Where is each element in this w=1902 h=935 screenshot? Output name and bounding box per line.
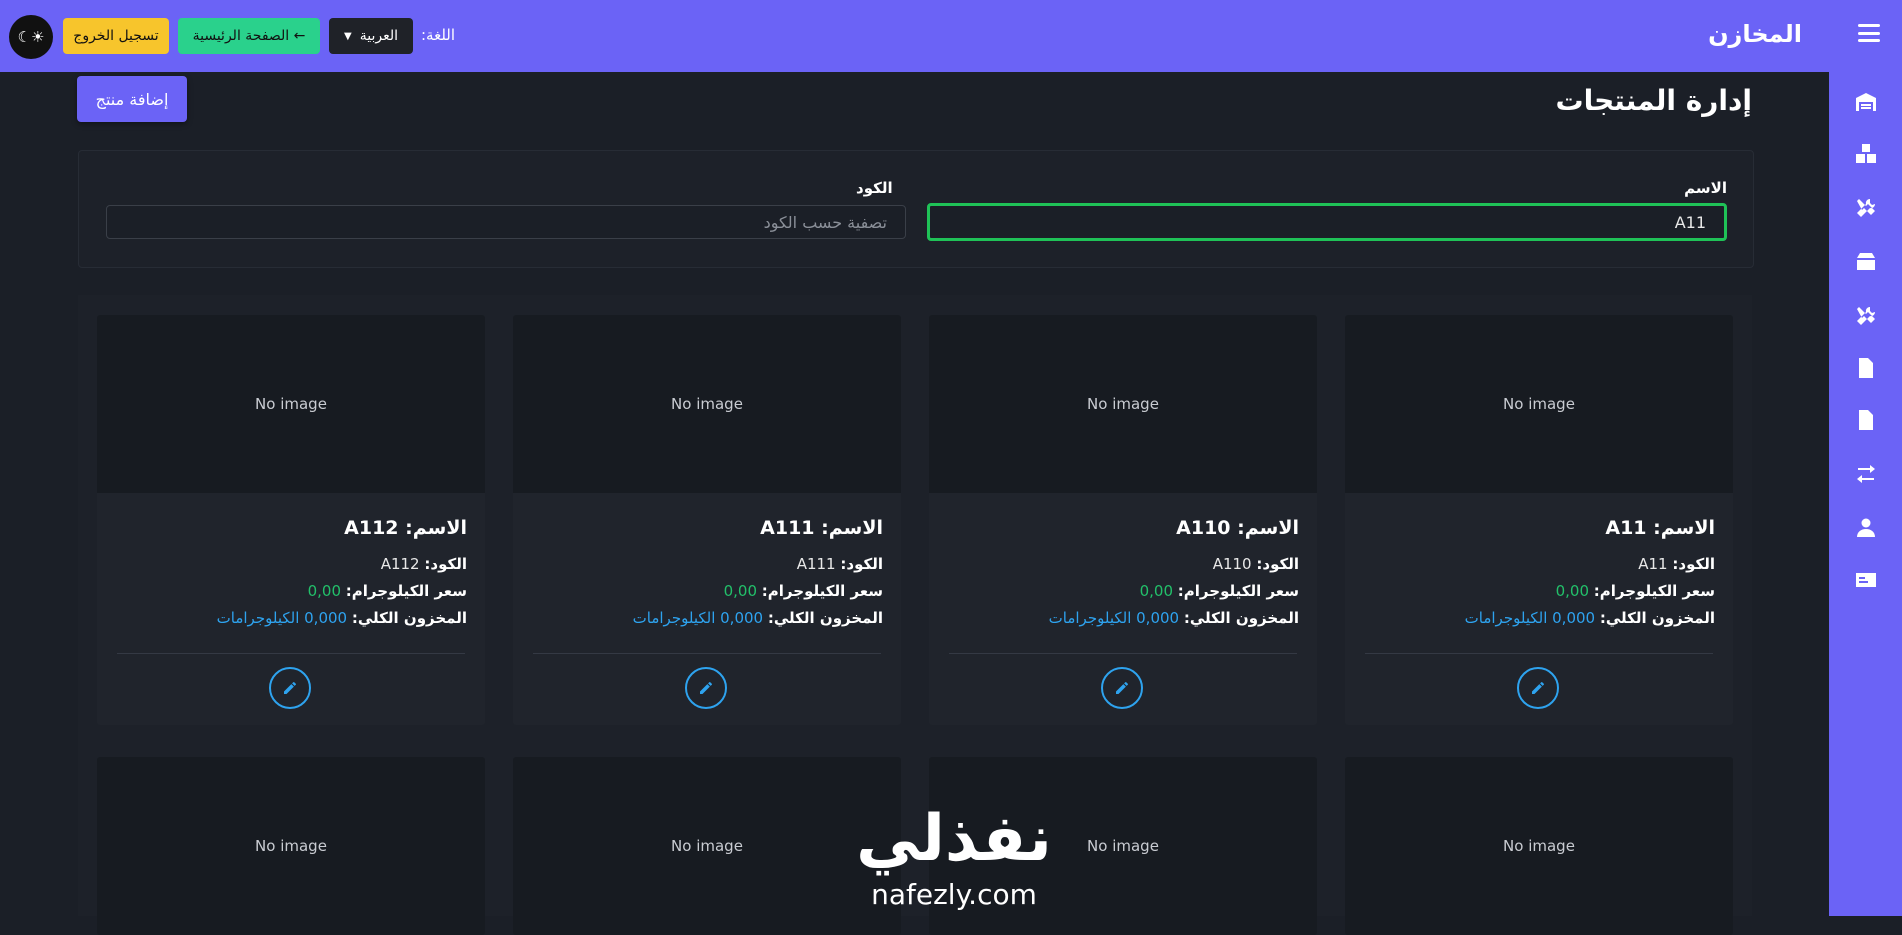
edit-button[interactable] [269,667,311,709]
product-price: سعر الكيلوجرام: 0,00 [1139,582,1299,600]
code-filter-label: الكود [856,179,893,197]
page-title: إدارة المنتجات [1555,84,1752,117]
product-card: No image [929,757,1317,935]
product-image-placeholder: No image [97,315,485,493]
product-card: No image [513,757,901,935]
app-brand[interactable]: المخازن [1708,20,1802,48]
sidebar [1829,72,1902,916]
product-price: سعر الكيلوجرام: 0,00 [307,582,467,600]
theme-toggle-button[interactable]: ☾☀ [9,15,53,59]
pencil-icon [1532,681,1544,694]
product-image-placeholder: No image [513,757,901,935]
pencil-icon [700,681,712,694]
home-button[interactable]: ← الصفحة الرئيسية [178,18,320,54]
product-stock: المخزون الكلي: 0,000 الكيلوجرامات [632,609,883,627]
card-divider [1365,653,1713,654]
product-name: الاسم: A110 [1176,517,1299,539]
warehouse-icon[interactable] [1848,84,1884,120]
product-image-placeholder: No image [929,315,1317,493]
menu-icon[interactable] [1858,24,1880,44]
product-card: No image الاسم: A111 الكود: A111 سعر الك… [513,315,901,725]
caret-down-icon: ▼ [344,30,352,42]
product-stock: المخزون الكلي: 0,000 الكيلوجرامات [216,609,467,627]
product-code: الكود: A111 [796,555,883,573]
language-label: اللغة: [421,26,456,44]
product-price: سعر الكيلوجرام: 0,00 [723,582,883,600]
product-card: No image الاسم: A112 الكود: A112 سعر الك… [97,315,485,725]
product-card: No image [1345,757,1733,935]
transfer-icon[interactable] [1848,456,1884,492]
product-stock: المخزون الكلي: 0,000 الكيلوجرامات [1048,609,1299,627]
product-card: No image [97,757,485,935]
add-product-button[interactable]: إضافة منتج [77,76,187,122]
boxes-icon[interactable] [1848,136,1884,172]
card-divider [949,653,1297,654]
card-divider [533,653,881,654]
pencil-icon [1116,681,1128,694]
product-image-placeholder: No image [1345,315,1733,493]
tools-alt-icon[interactable] [1848,298,1884,334]
product-card: No image الاسم: A110 الكود: A110 سعر الك… [929,315,1317,725]
product-code: الكود: A110 [1212,555,1299,573]
pencil-icon [284,681,296,694]
language-select[interactable]: ▼ العربية [329,18,413,54]
document-icon[interactable] [1848,350,1884,386]
product-stock: المخزون الكلي: 0,000 الكيلوجرامات [1464,609,1715,627]
product-code: الكود: A112 [380,555,467,573]
product-name: الاسم: A11 [1605,517,1715,539]
edit-button[interactable] [1517,667,1559,709]
product-card: No image الاسم: A11 الكود: A11 سعر الكيل… [1345,315,1733,725]
product-code: الكود: A11 [1638,555,1715,573]
language-value: العربية [359,28,398,44]
filter-panel: الاسم A11 الكود تصفية حسب الكود [78,150,1754,268]
name-filter-input[interactable]: A11 [927,203,1727,241]
id-card-icon[interactable] [1848,562,1884,598]
box-icon[interactable] [1848,244,1884,280]
product-price: سعر الكيلوجرام: 0,00 [1555,582,1715,600]
tools-icon[interactable] [1848,190,1884,226]
product-name: الاسم: A112 [344,517,467,539]
product-image-placeholder: No image [1345,757,1733,935]
code-filter-input[interactable]: تصفية حسب الكود [106,205,906,239]
logout-button[interactable]: تسجيل الخروج [63,18,169,54]
name-filter-label: الاسم [1684,179,1727,197]
product-image-placeholder: No image [929,757,1317,935]
edit-button[interactable] [685,667,727,709]
top-bar: المخازن ☾☀ تسجيل الخروج ← الصفحة الرئيسي… [0,0,1902,72]
product-image-placeholder: No image [513,315,901,493]
user-icon[interactable] [1848,510,1884,546]
product-image-placeholder: No image [97,757,485,935]
edit-button[interactable] [1101,667,1143,709]
product-name: الاسم: A111 [760,517,883,539]
invoice-icon[interactable] [1848,402,1884,438]
card-divider [117,653,465,654]
product-grid: No image الاسم: A11 الكود: A11 سعر الكيل… [78,295,1752,935]
